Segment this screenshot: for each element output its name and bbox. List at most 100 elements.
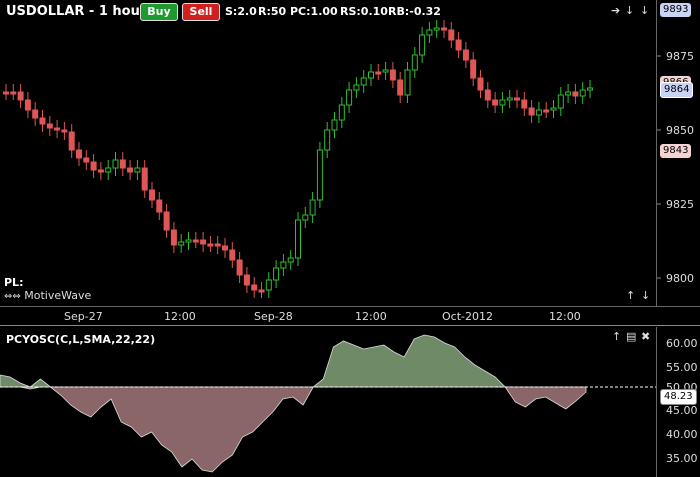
candle-body [368,71,374,79]
candle-body [200,239,207,245]
candle-body [492,99,499,106]
candle-body [258,289,265,293]
arrow-down-icon[interactable]: ↓ [625,4,634,17]
candle-body [543,109,550,113]
candle-body [579,89,586,97]
candle-body [141,167,148,191]
oscillator-pane[interactable] [0,327,700,477]
candle-body [411,54,418,71]
candle-body [3,91,9,95]
time-axis[interactable]: Sep-27 12:00 Sep-28 12:00 Oct-2012 12:00 [0,306,700,326]
candle-body [229,249,236,261]
candle-body [185,239,192,243]
candle-body [389,69,396,81]
candle-body [514,97,520,101]
symbol-title: USDOLLAR - 1 hour [6,4,147,19]
candle-body [280,261,287,269]
candle-body [83,157,90,163]
oscillator-area-below [0,386,587,473]
candle-body [127,167,134,173]
brand-text: MotiveWave [24,289,92,302]
candle-body [54,127,61,131]
stat-rb: RB:-0.32 [388,5,441,18]
candle-body [499,99,506,106]
candle-body [535,109,542,116]
candle-body [404,69,411,96]
time-label: 12:00 [549,310,581,323]
candle-body [375,71,382,75]
price-chart-canvas[interactable] [0,0,700,306]
candle-body [521,99,528,109]
pl-label: PL: [4,276,24,289]
candle-body [587,87,593,91]
price-tick: 9850 [666,124,694,137]
sell-button[interactable]: Sell [182,3,220,21]
candle-body [448,29,455,41]
close-icon[interactable]: ✖ [641,330,650,343]
candle-body [528,107,535,116]
time-label: 12:00 [164,310,196,323]
candle-body [470,59,477,79]
buy-button[interactable]: Buy [140,3,178,21]
time-label: Sep-28 [254,310,293,323]
osc-tick: 45.00 [666,404,698,417]
maximize-icon[interactable]: ▤ [626,330,636,343]
candle-body [112,159,119,169]
candle-body [295,219,301,259]
price-axis-divider [656,0,657,306]
candle-body [477,77,484,91]
stat-s: S:2.0 [225,5,257,18]
candle-body [119,159,126,169]
price-tick: 9875 [666,50,694,63]
candle-body [338,104,345,121]
candle-body [455,39,462,51]
candle-body [236,259,243,276]
arrow-right-icon[interactable]: ➔ [611,4,620,17]
candle-body [76,149,82,159]
candle-body [302,214,309,221]
candle-body [39,117,46,125]
candle-body [163,211,170,231]
candle-body [24,99,31,111]
candle-body [105,167,112,173]
candle-body [331,119,338,131]
stat-pc: PC:1.00 [290,5,338,18]
candle-body [170,229,177,246]
candle-body [265,279,272,291]
candle-body [309,199,316,216]
candle-body [207,243,214,247]
oscillator-title: PCYOSC(C,L,SMA,22,22) [6,333,156,346]
candle-body [397,79,404,96]
price-tick: 9825 [666,198,694,211]
oscillator-canvas[interactable] [0,327,700,477]
low-price-tag: 9843 [660,144,692,158]
arrow-up-icon[interactable]: ↑ [612,330,621,343]
candle-body [324,129,331,151]
time-label: 12:00 [355,310,387,323]
candle-body [419,34,426,56]
candle-body [441,27,447,31]
candle-body [382,69,389,73]
arrow-down-icon[interactable]: ↓ [641,289,650,302]
candle-body [287,257,294,263]
arrow-down-icon[interactable]: ↓ [640,4,649,17]
candle-body [433,27,440,31]
candle-body [251,284,258,291]
candle-body [97,169,104,173]
arrow-up-icon[interactable]: ↑ [626,289,635,302]
candle-body [17,91,24,101]
osc-value-tag: 48.23 [660,389,697,405]
arrows-icon: ⇔⇔ [4,291,21,302]
candle-body [222,245,228,251]
candle-body [316,149,323,201]
candle-body [214,243,221,247]
candle-body [550,107,557,111]
price-chart-pane[interactable] [0,0,700,306]
osc-tick: 35.00 [666,452,698,465]
candle-body [557,94,564,109]
price-tick: 9800 [666,272,694,285]
candle-body [353,84,360,91]
candle-body [484,89,491,101]
candle-body [565,91,572,96]
candle-body [426,29,433,36]
